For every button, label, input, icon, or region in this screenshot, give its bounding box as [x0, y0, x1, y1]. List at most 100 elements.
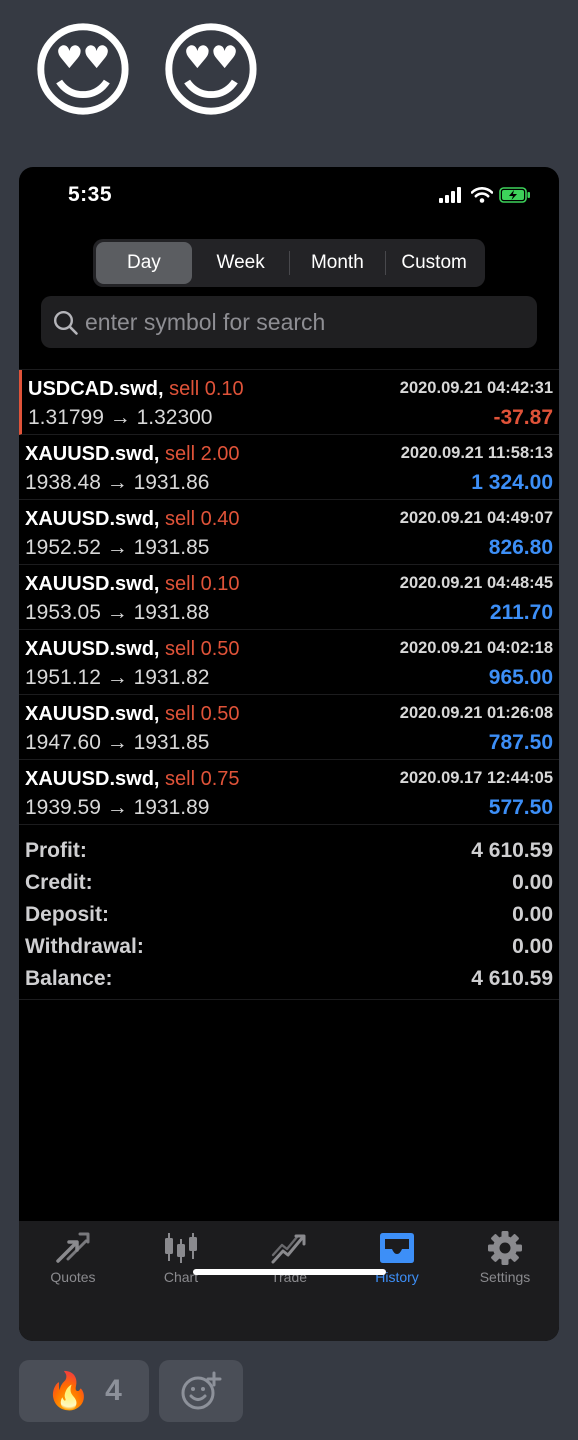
- summary-label: Balance:: [25, 967, 113, 990]
- tab-trade[interactable]: Trade: [235, 1221, 343, 1301]
- trade-profit: 577.50: [488, 796, 553, 819]
- phone-screenshot: 5:35 Day Week Month Custom enter symbol …: [19, 167, 559, 1341]
- trade-side-volume: sell 0.50: [165, 638, 240, 660]
- tab-chart[interactable]: Chart: [127, 1221, 235, 1301]
- trade-symbol-line: USDCAD.swd, sell 0.10: [28, 378, 244, 401]
- summary-value: 4 610.59: [471, 967, 553, 990]
- tab-quotes[interactable]: Quotes: [19, 1221, 127, 1301]
- period-tab-day[interactable]: Day: [96, 242, 192, 284]
- home-indicator[interactable]: [193, 1269, 386, 1275]
- summary-value: 0.00: [512, 903, 553, 926]
- search-icon: [53, 310, 78, 335]
- trade-prices: 1952.52 → 1931.85: [25, 536, 210, 559]
- fire-reaction-button[interactable]: 🔥 4: [19, 1360, 149, 1422]
- summary-label: Profit:: [25, 839, 87, 862]
- account-summary: Profit: 4 610.59 Credit: 0.00 Deposit: 0…: [19, 829, 559, 1000]
- trade-prices: 1951.12 → 1931.82: [25, 666, 210, 689]
- status-bar: 5:35: [19, 167, 559, 223]
- trade-row[interactable]: XAUUSD.swd, sell 0.50 2020.09.21 01:26:0…: [19, 695, 559, 760]
- tab-settings[interactable]: Settings: [451, 1221, 559, 1301]
- trade-row[interactable]: XAUUSD.swd, sell 0.40 2020.09.21 04:49:0…: [19, 500, 559, 565]
- trade-symbol-line: XAUUSD.swd, sell 0.40: [25, 508, 240, 531]
- period-segmented-control: Day Week Month Custom: [93, 239, 485, 287]
- summary-balance-row: Balance: 4 610.59: [25, 963, 553, 995]
- trade-profit: 211.70: [489, 601, 553, 624]
- status-icons: [439, 187, 531, 203]
- summary-label: Credit:: [25, 871, 93, 894]
- trade-datetime: 2020.09.21 01:26:08: [399, 704, 553, 722]
- trade-side-volume: sell 0.10: [165, 573, 240, 595]
- tab-history[interactable]: History: [343, 1221, 451, 1301]
- trade-symbol-line: XAUUSD.swd, sell 0.50: [25, 703, 240, 726]
- trade-symbol: XAUUSD.swd,: [25, 443, 160, 465]
- trade-datetime: 2020.09.21 04:49:07: [399, 509, 553, 527]
- trade-side-volume: sell 0.75: [165, 768, 240, 790]
- trade-symbol: XAUUSD.swd,: [25, 508, 160, 530]
- trade-profit: 826.80: [488, 536, 553, 559]
- trade-row[interactable]: XAUUSD.swd, sell 0.10 2020.09.21 04:48:4…: [19, 565, 559, 630]
- trade-symbol: XAUUSD.swd,: [25, 768, 160, 790]
- trade-profit: 1 324.00: [471, 471, 553, 494]
- trade-symbol-line: XAUUSD.swd, sell 2.00: [25, 443, 240, 466]
- candlestick-chart-icon: [165, 1233, 197, 1263]
- summary-profit-row: Profit: 4 610.59: [25, 835, 553, 867]
- reaction-bar: 🔥 4: [19, 1360, 243, 1422]
- tab-label: Settings: [479, 1269, 531, 1285]
- trade-side-volume: sell 2.00: [165, 443, 240, 465]
- trade-chart-icon: [271, 1234, 306, 1264]
- summary-label: Deposit:: [25, 903, 109, 926]
- trade-prices: 1.31799 → 1.32300: [28, 406, 213, 429]
- trade-symbol: XAUUSD.swd,: [25, 573, 160, 595]
- summary-deposit-row: Deposit: 0.00: [25, 899, 553, 931]
- trade-row[interactable]: XAUUSD.swd, sell 0.50 2020.09.21 04:02:1…: [19, 630, 559, 695]
- tab-label: Quotes: [50, 1269, 96, 1285]
- trade-datetime: 2020.09.21 04:42:31: [399, 379, 553, 397]
- gear-icon: [488, 1231, 522, 1265]
- add-reaction-button[interactable]: [159, 1360, 243, 1422]
- trade-datetime: 2020.09.21 04:02:18: [399, 639, 553, 657]
- trade-symbol-line: XAUUSD.swd, sell 0.10: [25, 573, 240, 596]
- summary-label: Withdrawal:: [25, 935, 144, 958]
- trade-datetime: 2020.09.21 04:48:45: [399, 574, 553, 592]
- emoji-reaction-row: 😍 😍: [24, 12, 270, 130]
- quotes-arrows-icon: [56, 1232, 90, 1263]
- trade-prices: 1939.59 → 1931.89: [25, 796, 210, 819]
- trade-side-volume: sell 0.50: [165, 703, 240, 725]
- trade-datetime: 2020.09.17 12:44:05: [399, 769, 553, 787]
- trade-symbol: XAUUSD.swd,: [25, 703, 160, 725]
- summary-credit-row: Credit: 0.00: [25, 867, 553, 899]
- trade-profit: 965.00: [488, 666, 553, 689]
- heart-eyes-emoji: 😍: [156, 10, 266, 132]
- symbol-search-bar: [41, 296, 537, 348]
- battery-charging-icon: [499, 187, 530, 203]
- smiley-plus-icon: [181, 1371, 222, 1410]
- trade-symbol: XAUUSD.swd,: [25, 638, 160, 660]
- cellular-signal-icon: [439, 187, 461, 203]
- trade-prices: 1947.60 → 1931.85: [25, 731, 210, 754]
- period-tab-week[interactable]: Week: [193, 242, 289, 284]
- trade-profit: -37.87: [493, 406, 553, 429]
- fire-emoji: 🔥: [46, 1371, 92, 1412]
- trade-prices: 1953.05 → 1931.88: [25, 601, 210, 624]
- trade-side-volume: sell 0.10: [169, 378, 244, 400]
- trade-symbol: USDCAD.swd,: [28, 378, 164, 400]
- reaction-count: 4: [105, 1374, 122, 1407]
- summary-value: 0.00: [512, 935, 553, 958]
- period-tab-custom[interactable]: Custom: [386, 242, 482, 284]
- period-tab-month[interactable]: Month: [290, 242, 386, 284]
- summary-value: 0.00: [512, 871, 553, 894]
- trade-row[interactable]: XAUUSD.swd, sell 2.00 2020.09.21 11:58:1…: [19, 435, 559, 500]
- heart-eyes-emoji: 😍: [28, 10, 138, 132]
- trade-profit: 787.50: [488, 731, 553, 754]
- bottom-tab-bar: Quotes Chart Trade History Settings: [19, 1221, 559, 1341]
- trade-history-list: USDCAD.swd, sell 0.10 2020.09.21 04:42:3…: [19, 369, 559, 825]
- symbol-search-input[interactable]: [85, 296, 525, 348]
- trade-row[interactable]: USDCAD.swd, sell 0.10 2020.09.21 04:42:3…: [19, 370, 559, 435]
- history-inbox-icon: [380, 1233, 414, 1263]
- trade-row[interactable]: XAUUSD.swd, sell 0.75 2020.09.17 12:44:0…: [19, 760, 559, 825]
- wifi-icon: [471, 187, 493, 203]
- summary-value: 4 610.59: [471, 839, 553, 862]
- trade-datetime: 2020.09.21 11:58:13: [400, 444, 553, 462]
- trade-symbol-line: XAUUSD.swd, sell 0.50: [25, 638, 240, 661]
- trade-side-volume: sell 0.40: [165, 508, 240, 530]
